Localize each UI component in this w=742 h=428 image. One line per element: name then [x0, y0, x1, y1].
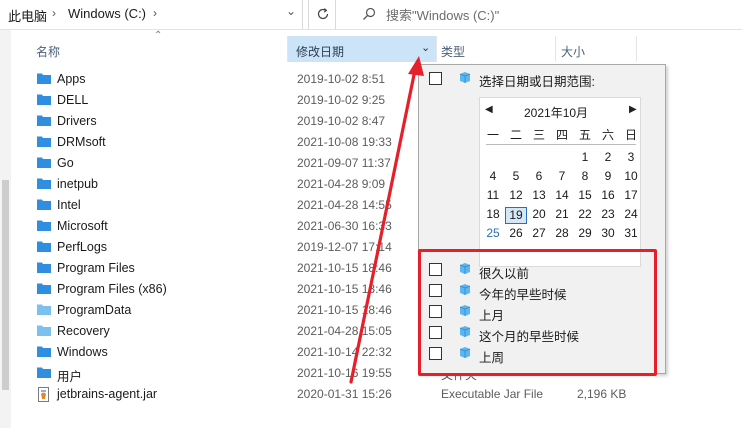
annotation-arrow [349, 56, 424, 384]
